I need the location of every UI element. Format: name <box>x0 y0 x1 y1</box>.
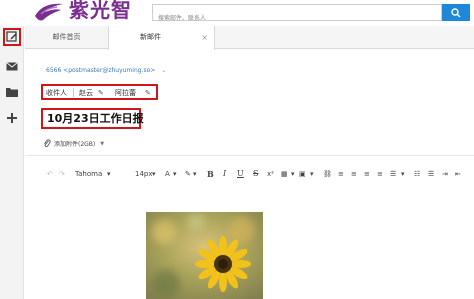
tab-new-mail[interactable]: 新邮件 × <box>108 26 215 50</box>
chevron-down-icon[interactable]: ▾ <box>291 164 295 184</box>
chevron-down-icon[interactable]: ▾ <box>401 164 405 184</box>
recipients-label: 收件人 <box>46 89 67 97</box>
chevron-down-icon: ⌄ <box>161 67 167 74</box>
chevron-down-icon: ▼ <box>100 140 105 147</box>
divider <box>25 155 474 156</box>
inline-image[interactable] <box>146 212 263 299</box>
chevron-down-icon[interactable]: ▾ <box>152 164 156 184</box>
chevron-down-icon[interactable]: ▾ <box>193 164 197 184</box>
tab-new-mail-label: 新邮件 <box>140 33 161 41</box>
logo-text: 紫光智 <box>69 0 132 22</box>
compose-icon <box>6 31 17 42</box>
recipient-chip[interactable]: 阿拉蕾 <box>115 88 136 98</box>
edit-icon[interactable]: ✎ <box>98 88 104 98</box>
tab-bar: 邮件首页 新邮件 × <box>25 26 474 50</box>
chevron-down-icon[interactable]: ▾ <box>107 164 111 184</box>
align-justify-icon[interactable]: ≡ <box>377 164 383 184</box>
numbered-list-icon[interactable]: ☷ <box>414 164 420 184</box>
italic-button[interactable]: I <box>223 164 226 184</box>
editor-toolbar: ↶ ↷ Tahoma ▾ 14px ▾ A ▾ ✎ ▾ B I U S x² ▦… <box>25 164 474 184</box>
top-bar: 紫光智 <box>0 0 474 26</box>
subject-text: 10月23日工作日报 <box>47 112 144 125</box>
image-icon[interactable]: ▣ <box>299 164 306 184</box>
chevron-down-icon[interactable]: ▾ <box>310 164 314 184</box>
align-center-icon[interactable]: ≡ <box>351 164 357 184</box>
logo-mark <box>35 3 63 21</box>
edit-icon[interactable]: ✎ <box>145 88 151 98</box>
align-right-icon[interactable]: ≡ <box>364 164 370 184</box>
recipient-chip[interactable]: 赵云 <box>79 88 93 98</box>
compose-button[interactable] <box>3 28 21 46</box>
underline-button[interactable]: U <box>237 164 244 184</box>
highlight-icon[interactable]: ✎ <box>185 164 191 184</box>
search-icon <box>451 7 461 17</box>
sender-select[interactable]: 6566 <postmaster@zhuyuming.so> ⌄ <box>46 67 166 74</box>
search-button[interactable] <box>442 4 470 21</box>
add-attachment-button[interactable]: 添加附件(2GB) ▼ <box>43 139 104 148</box>
recipients-field[interactable]: 收件人 赵云 ✎ 阿拉蕾 ✎ <box>41 84 158 100</box>
chevron-down-icon[interactable]: ▾ <box>173 164 177 184</box>
font-color-icon[interactable]: A <box>165 164 170 184</box>
superscript-icon[interactable]: x² <box>267 164 274 184</box>
paperclip-icon <box>44 139 51 148</box>
folder-icon[interactable] <box>4 85 20 99</box>
font-family-select[interactable]: Tahoma <box>75 164 102 184</box>
close-icon[interactable]: × <box>201 26 208 49</box>
mail-app: 紫光智 邮件首页 新邮件 × 6566 <box>0 0 474 299</box>
link-icon[interactable]: ⛓ <box>323 164 332 184</box>
add-icon[interactable] <box>4 111 20 125</box>
strikethrough-button[interactable]: S <box>253 164 258 184</box>
divider <box>73 88 74 97</box>
search-box <box>152 4 442 26</box>
redo-icon[interactable]: ↷ <box>59 164 65 184</box>
outdent-icon[interactable]: ⇤ <box>455 164 461 184</box>
tab-mail-home[interactable]: 邮件首页 <box>25 26 108 49</box>
font-size-select[interactable]: 14px <box>135 164 153 184</box>
table-icon[interactable]: ▦ <box>281 164 288 184</box>
sender-address: 6566 <postmaster@zhuyuming.so> <box>46 67 156 74</box>
bullet-list-icon[interactable]: ☰ <box>428 164 434 184</box>
bold-button[interactable]: B <box>207 164 214 184</box>
indent-icon[interactable]: ⇥ <box>442 164 448 184</box>
subject-field[interactable]: 10月23日工作日报 <box>41 108 144 129</box>
line-height-icon[interactable]: ☰ <box>390 164 396 184</box>
align-left-icon[interactable]: ≡ <box>338 164 344 184</box>
mail-icon[interactable] <box>4 59 20 73</box>
undo-icon[interactable]: ↶ <box>47 164 53 184</box>
add-attachment-label: 添加附件(2GB) <box>54 141 96 148</box>
search-input[interactable] <box>153 11 441 26</box>
